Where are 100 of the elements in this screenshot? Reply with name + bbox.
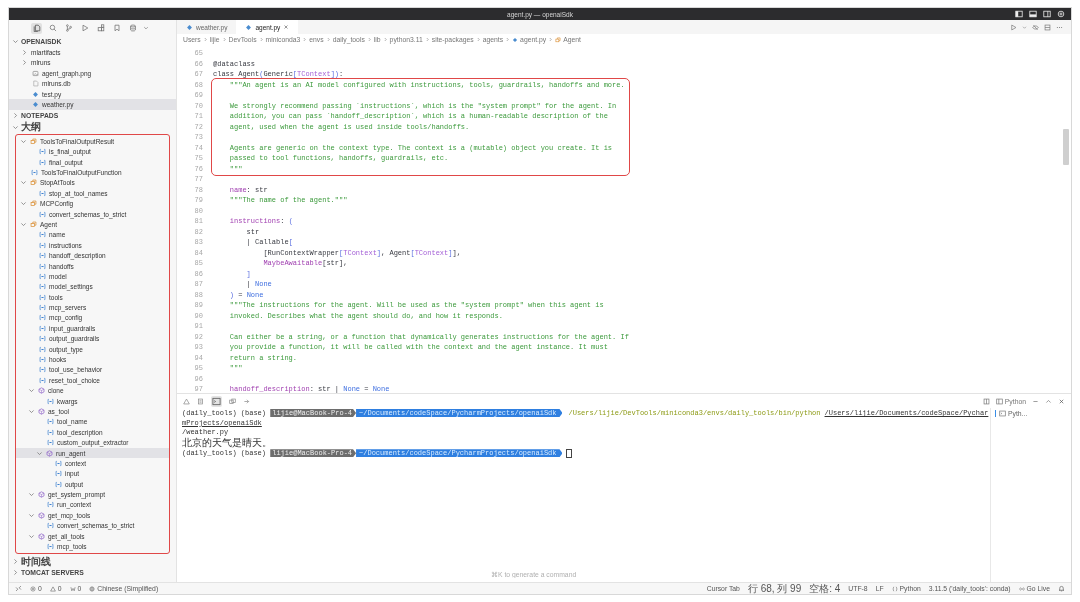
method-icon bbox=[38, 511, 45, 519]
field-icon bbox=[39, 189, 46, 197]
section-header[interactable]: 时间线 bbox=[9, 555, 176, 568]
broadcast-icon bbox=[1018, 585, 1025, 592]
field-icon bbox=[55, 470, 62, 478]
field-icon bbox=[39, 304, 46, 312]
chevron-right-icon bbox=[475, 37, 481, 42]
method-icon bbox=[38, 532, 45, 540]
chevron-down-icon[interactable] bbox=[20, 220, 27, 228]
field-icon bbox=[55, 480, 62, 488]
field-icon bbox=[47, 418, 54, 426]
caret-icon[interactable] bbox=[143, 25, 149, 31]
split-editor-icon[interactable] bbox=[1044, 23, 1051, 31]
terminal-icon[interactable] bbox=[211, 395, 222, 407]
status-item[interactable]: 空格: 4 bbox=[809, 581, 841, 594]
close-icon[interactable] bbox=[1058, 397, 1065, 405]
class-icon bbox=[30, 137, 37, 145]
document-icon[interactable] bbox=[197, 397, 204, 405]
sidebar-toggle-icon[interactable] bbox=[1015, 10, 1023, 18]
class-icon bbox=[30, 220, 37, 228]
field-icon bbox=[39, 148, 46, 156]
field-icon bbox=[39, 210, 46, 218]
method-icon bbox=[38, 491, 45, 499]
chevron-down-icon[interactable] bbox=[28, 491, 35, 499]
chevron-right-icon bbox=[382, 37, 388, 42]
method-icon bbox=[38, 387, 45, 395]
chevron-right-icon bbox=[505, 37, 511, 42]
chevron-right-icon[interactable] bbox=[12, 112, 19, 120]
field-icon bbox=[39, 262, 46, 270]
chevron-right-icon bbox=[302, 37, 308, 42]
field-icon bbox=[39, 231, 46, 239]
field-icon bbox=[47, 501, 54, 509]
terminal-icon bbox=[999, 410, 1006, 417]
chevron-down-icon[interactable] bbox=[36, 449, 43, 457]
class-icon bbox=[30, 200, 37, 208]
chevron-right-icon[interactable] bbox=[21, 59, 28, 67]
field-icon bbox=[39, 252, 46, 260]
field-icon bbox=[47, 439, 54, 447]
chevron-right-icon bbox=[202, 37, 208, 42]
arrow-icon[interactable] bbox=[243, 397, 250, 405]
error-icon bbox=[30, 585, 36, 592]
chevron-down-icon[interactable] bbox=[28, 532, 35, 540]
chevron-right-icon bbox=[366, 37, 372, 42]
chevron-right-icon[interactable] bbox=[12, 569, 19, 577]
chevron-down-icon[interactable] bbox=[20, 200, 27, 208]
terminal-line: 北京的天气是晴天。 bbox=[182, 437, 273, 449]
field-icon bbox=[47, 543, 54, 551]
field-icon bbox=[47, 428, 54, 436]
chevron-down-icon[interactable] bbox=[12, 123, 19, 131]
chevron-right-icon bbox=[548, 37, 554, 42]
field-icon bbox=[39, 345, 46, 353]
class-icon bbox=[555, 36, 562, 43]
field-icon bbox=[39, 293, 46, 301]
bell-icon[interactable] bbox=[1058, 585, 1065, 592]
chevron-right-icon bbox=[221, 37, 227, 42]
chevron-right-icon[interactable] bbox=[12, 558, 19, 566]
split-icon[interactable] bbox=[982, 397, 990, 405]
panel-toggle-icon[interactable] bbox=[1029, 10, 1037, 18]
remote-icon[interactable] bbox=[15, 585, 22, 592]
chevron-down-icon[interactable] bbox=[20, 179, 27, 187]
braces-icon bbox=[891, 585, 898, 592]
field-icon bbox=[39, 366, 46, 374]
chevron-up-icon[interactable] bbox=[1045, 397, 1052, 405]
field-icon bbox=[39, 241, 46, 249]
field-icon bbox=[39, 335, 46, 343]
status-item[interactable]: 行 68, 列 99 bbox=[747, 581, 802, 594]
chevron-down-icon[interactable] bbox=[20, 137, 27, 145]
method-icon bbox=[46, 449, 53, 457]
file-icon bbox=[32, 80, 39, 88]
image-file-icon bbox=[32, 69, 39, 77]
field-icon bbox=[39, 314, 46, 322]
eye-slash-icon[interactable] bbox=[1032, 23, 1039, 31]
chevron-down-icon[interactable] bbox=[28, 407, 35, 415]
chevron-right-icon bbox=[258, 37, 264, 42]
field-icon bbox=[39, 158, 46, 166]
play-icon[interactable] bbox=[1010, 23, 1017, 31]
python-file-icon bbox=[186, 23, 193, 31]
chevron-down-icon[interactable] bbox=[28, 387, 35, 395]
python-file-icon bbox=[512, 36, 519, 43]
chevron-down-icon[interactable] bbox=[28, 511, 35, 519]
caret-icon[interactable] bbox=[1022, 24, 1027, 30]
chevron-down-icon[interactable] bbox=[12, 37, 19, 45]
settings-icon[interactable] bbox=[1057, 10, 1065, 18]
chevron-right-icon[interactable] bbox=[21, 49, 28, 57]
globe-icon bbox=[89, 585, 96, 592]
chevron-right-icon bbox=[325, 37, 331, 42]
field-icon bbox=[39, 324, 46, 332]
windows-icon[interactable] bbox=[229, 397, 236, 405]
field-icon bbox=[39, 283, 46, 291]
chevron-right-icon bbox=[424, 37, 430, 42]
method-icon bbox=[38, 407, 45, 415]
field-icon bbox=[31, 169, 38, 176]
scrollbar-thumb[interactable] bbox=[1063, 129, 1069, 165]
secondary-sidebar-icon[interactable] bbox=[1043, 10, 1051, 18]
close-icon[interactable] bbox=[283, 24, 290, 30]
section-header[interactable]: 大纲 bbox=[9, 121, 176, 134]
warning-icon[interactable] bbox=[183, 397, 190, 405]
python-file-icon bbox=[245, 23, 253, 31]
field-icon bbox=[47, 397, 54, 405]
class-icon bbox=[30, 179, 37, 187]
